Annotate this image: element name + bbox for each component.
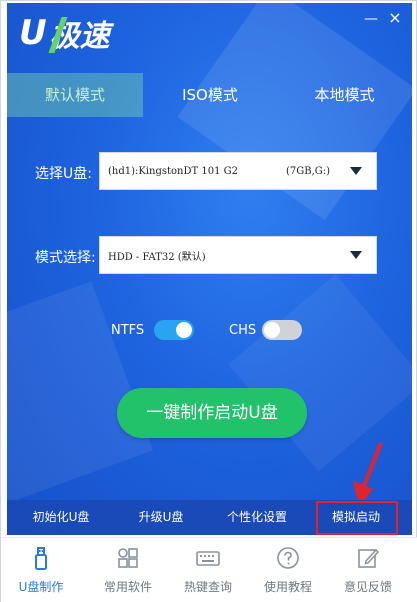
close-button[interactable]: × xyxy=(385,8,405,27)
ntfs-label: NTFS xyxy=(111,323,145,338)
nav-label: U盘制作 xyxy=(18,580,64,594)
usb-icon xyxy=(35,547,47,570)
nav-item-common-software[interactable]: 常用软件 xyxy=(88,538,168,602)
nav-label: 意见反馈 xyxy=(343,580,392,594)
edit-icon xyxy=(358,548,380,568)
init-usb-button[interactable]: 初始化U盘 xyxy=(21,500,101,535)
logo-u: U xyxy=(19,13,47,53)
nav-label: 常用软件 xyxy=(103,580,152,594)
chevron-down-icon[interactable] xyxy=(350,251,362,259)
nav-item-usb-make[interactable]: U盘制作 xyxy=(1,538,81,602)
chs-toggle[interactable] xyxy=(262,320,302,340)
nav-item-hotkey-lookup[interactable]: 热键查询 xyxy=(168,538,248,602)
mode-select-value: HDD - FAT32 (默认) xyxy=(108,251,206,263)
disk-select-size: (7GB,G:) xyxy=(286,165,331,177)
mode-select-label: 模式选择: xyxy=(35,250,96,266)
upgrade-usb-button[interactable]: 升级U盘 xyxy=(121,500,201,535)
nav-item-feedback[interactable]: 意见反馈 xyxy=(328,538,408,602)
minimize-button[interactable]: — xyxy=(361,11,381,27)
mode-tabs: 默认模式 ISO模式 本地模式 xyxy=(7,73,412,117)
red-arrow-annotation xyxy=(353,442,383,507)
disk-select[interactable]: (hd1):KingstonDT 101 G2 (7GB,G:) xyxy=(99,152,377,190)
keyboard-icon xyxy=(196,551,220,566)
disk-select-name: (hd1):KingstonDT 101 G2 xyxy=(108,165,238,177)
app-logo: U 极速 xyxy=(19,11,110,55)
chevron-down-icon[interactable] xyxy=(350,167,362,175)
main-panel: U 极速 — × 默认模式 ISO模式 本地模式 选择U盘: (hd1):Kin… xyxy=(7,3,412,535)
tab-default-mode[interactable]: 默认模式 xyxy=(7,73,143,117)
mode-select[interactable]: HDD - FAT32 (默认) xyxy=(99,236,377,274)
help-icon xyxy=(277,547,299,569)
nav-label: 使用教程 xyxy=(263,580,312,594)
red-highlight-box xyxy=(316,501,398,535)
ntfs-toggle[interactable] xyxy=(154,320,194,340)
toggle-knob xyxy=(264,322,280,338)
app-window: U 极速 — × 默认模式 ISO模式 本地模式 选择U盘: (hd1):Kin… xyxy=(0,0,417,602)
apps-grid-icon xyxy=(118,548,138,568)
toggle-knob xyxy=(176,322,192,338)
disk-select-label: 选择U盘: xyxy=(35,166,92,182)
bottom-nav: U盘制作 常用软件 热键查询 使用教程 意见反馈 xyxy=(1,537,417,602)
personalize-settings-button[interactable]: 个性化设置 xyxy=(217,500,297,535)
nav-item-tutorial[interactable]: 使用教程 xyxy=(248,538,328,602)
make-boot-usb-button[interactable]: 一键制作启动U盘 xyxy=(117,388,307,438)
tab-local-mode[interactable]: 本地模式 xyxy=(277,73,412,117)
tab-iso-mode[interactable]: ISO模式 xyxy=(143,73,277,117)
nav-label: 热键查询 xyxy=(183,580,232,594)
chs-label: CHS xyxy=(229,323,257,338)
